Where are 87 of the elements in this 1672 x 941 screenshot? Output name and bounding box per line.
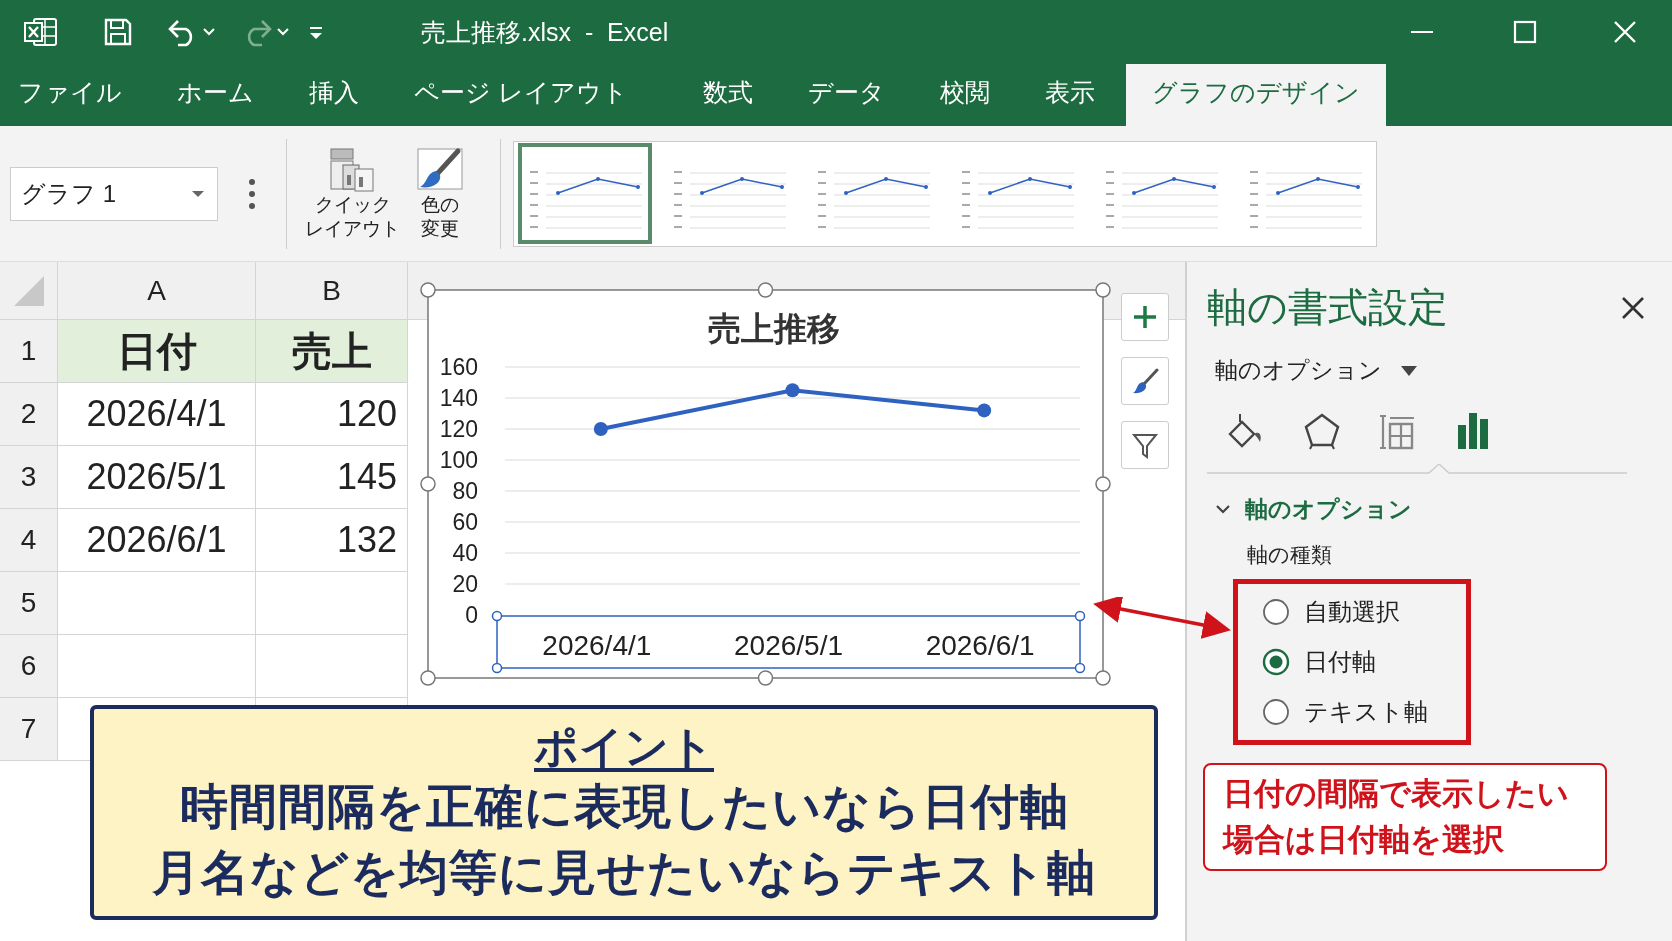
resize-handle[interactable] [757,282,774,298]
paintbrush-icon [1131,367,1159,395]
ribbon-tab[interactable]: 表示 [1016,64,1122,126]
table-cell: 2026/6/1 [58,509,256,572]
axis-tick-label: 100 [439,447,478,473]
ribbon-tab[interactable]: データ [779,64,912,126]
table-cell: 145 [256,446,408,509]
chart-area[interactable] [427,289,1104,679]
column-header[interactable]: B [256,262,408,320]
note-callout: 日付の間隔で表示したい場合は日付軸を選択 [1203,763,1607,871]
selection-handle[interactable] [1074,662,1086,674]
resize-handle[interactable] [1095,282,1111,298]
chart-style-option[interactable] [518,143,652,244]
ribbon-button[interactable]: クイック レイアウト [299,146,406,241]
plus-icon [1131,303,1159,331]
ribbon-tab[interactable]: グラフのデザイン [1125,64,1386,126]
resize-handle[interactable] [1095,476,1111,492]
resize-handle[interactable] [757,670,774,686]
ribbon-tab[interactable]: ファイル [0,64,149,126]
excel-logo-icon[interactable] [24,17,58,47]
selection-handle[interactable] [1074,610,1086,622]
row-header[interactable]: 4 [0,509,58,572]
column-heading-cell: 日付 [58,320,256,383]
radio-option[interactable]: テキスト軸 [1262,696,1466,728]
field-label: 軸の種類 [1247,542,1333,568]
data-line[interactable] [593,383,992,436]
axis-tick-label: 20 [452,571,478,597]
column-header[interactable]: A [58,262,256,320]
resize-handle[interactable] [420,476,436,492]
radio-option[interactable]: 日付軸 [1262,646,1466,678]
axis-category-label: 2026/6/1 [925,630,1035,661]
pane-title: 軸の書式設定 [1207,284,1448,331]
ribbon-button[interactable]: 色の 変更 [410,146,470,241]
callout-heading: ポイント [534,720,714,773]
ribbon-tab[interactable]: 数式 [674,64,780,126]
row-header[interactable]: 2 [0,383,58,446]
paintbrush-icon [416,146,464,193]
row-header[interactable]: 5 [0,572,58,635]
chart-styles-button[interactable] [1121,357,1169,405]
radio-button[interactable] [1262,598,1290,626]
selection-handle[interactable] [491,610,503,622]
radio-button[interactable] [1262,698,1290,726]
window-title: 売上推移.xlsx - Excel [421,16,670,48]
options-dropdown[interactable]: 軸のオプション [1215,355,1418,386]
row-header[interactable]: 1 [0,320,58,383]
radio-button[interactable] [1262,648,1290,676]
axis-tick-label: 80 [452,478,478,504]
layout-icon [328,146,377,193]
axis-tick-label: 0 [465,602,478,628]
axis-tick-label: 40 [452,540,478,566]
dropdown-caret-icon [191,189,205,198]
axis-tick-label: 120 [439,416,478,442]
column-heading-cell: 売上 [256,320,408,383]
chart-filters-button[interactable] [1121,421,1169,469]
axis-category-label: 2026/5/1 [734,630,843,661]
resize-handle[interactable] [420,670,436,686]
radio-option[interactable]: 自動選択 [1262,596,1466,628]
section-header[interactable]: 軸のオプション [1215,494,1412,525]
filter-icon [1131,431,1159,459]
table-cell: 2026/5/1 [58,446,256,509]
axis-tick-label: 140 [439,385,478,411]
row-header[interactable]: 3 [0,446,58,509]
name-box[interactable]: グラフ 1 [10,166,218,221]
ribbon-tab[interactable]: ページ レイアウト [386,64,675,126]
more-options-icon[interactable] [248,177,256,210]
table-cell: 2026/4/1 [58,383,256,446]
callout-text: 月名などを均等に見せたいならテキスト軸 [152,844,1096,901]
ribbon-tab[interactable]: 挿入 [281,64,386,126]
axis-tick-label: 160 [439,354,478,380]
table-cell: 132 [256,509,408,572]
row-header[interactable]: 6 [0,635,58,698]
save-icon[interactable] [102,16,134,48]
axis-category-label: 2026/4/1 [542,630,652,661]
close-icon[interactable] [1620,294,1646,321]
ribbon-tab[interactable]: ホーム [149,64,281,126]
row-header[interactable]: 7 [0,698,58,761]
table-cell: 120 [256,383,408,446]
selection-handle[interactable] [491,662,503,674]
pentagon-icon [1302,412,1342,452]
dropdown-caret-icon [1400,363,1418,378]
chart-title: 売上推移 [707,310,840,347]
ribbon-tab[interactable]: 校閲 [911,64,1017,126]
callout-text: 時間間隔を正確に表現したいなら日付軸 [179,778,1069,835]
resize-handle[interactable] [420,282,436,298]
resize-handle[interactable] [1095,670,1111,686]
chart-elements-button[interactable] [1121,293,1169,341]
axis-tick-label: 60 [452,509,478,535]
